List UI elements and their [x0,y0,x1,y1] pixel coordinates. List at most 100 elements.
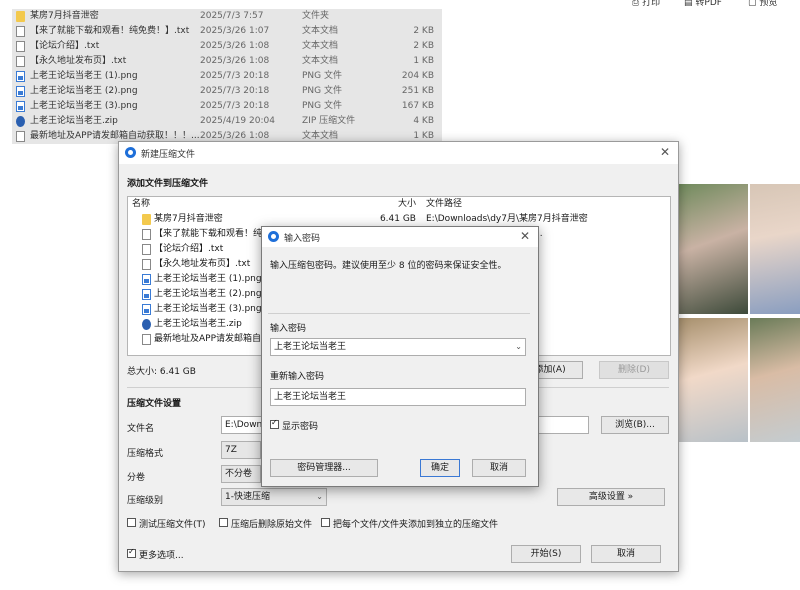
file-date: 2025/7/3 7:57 [200,11,264,21]
advanced-settings-button[interactable]: 高级设置 » [557,488,665,506]
text-file-icon [16,26,25,37]
explorer-row[interactable]: 某房7月抖音泄密 2025/7/3 7:57 文件夹 [12,9,442,24]
col-name-header[interactable]: 名称 [132,197,150,211]
explorer-row[interactable]: 【来了就能下载和观看！纯免费！】.txt 2025/3/26 1:07 文本文档 2 … [12,24,442,39]
to-pdf-button[interactable]: ▤ 转PDF [684,0,722,8]
delete-button[interactable]: 删除(D) [599,361,669,379]
archive-settings-heading: 压缩文件设置 [127,399,182,409]
col-size-header[interactable]: 大小 [394,197,416,211]
separate-archives-checkbox[interactable] [321,518,330,527]
print-button[interactable]: ⎙ 打印 [632,0,660,8]
preview-button[interactable]: ▢ 预览 [748,0,777,8]
format-label: 压缩格式 [127,449,164,459]
file-name: 上老王论坛当老王.zip [30,116,118,126]
start-button[interactable]: 开始(S) [511,545,581,563]
image-file-icon [16,71,25,82]
file-date: 2025/7/3 20:18 [200,71,270,81]
file-name: 【永久地址发布页】.txt [30,56,127,66]
file-path: E:\Downloads\dy7月\某房7月抖音泄密 [426,214,588,224]
text-file-icon [16,56,25,67]
add-files-heading: 添加文件到压缩文件 [127,179,209,189]
show-password-checkbox[interactable] [270,418,279,429]
ok-button[interactable]: 确定 [420,459,460,477]
col-path-header[interactable]: 文件路径 [426,197,462,211]
image-file-icon [142,289,151,300]
file-size: 2 KB [413,26,434,36]
explorer-row[interactable]: 【论坛介绍】.txt 2025/3/26 1:08 文本文档 2 KB [12,39,442,54]
file-type: PNG 文件 [302,101,342,111]
close-icon[interactable]: ✕ [520,229,530,243]
show-password-label: 显示密码 [282,422,319,432]
text-file-icon [142,244,151,255]
explorer-row[interactable]: 上老王论坛当老王.zip 2025/4/19 20:04 ZIP 压缩文件 4 KB [12,114,442,129]
file-size: 251 KB [401,86,434,96]
password-dialog: 输入密码 ✕ 输入压缩包密码。建议使用至少 8 位的密码来保证安全性。 输入密码… [261,226,539,487]
file-type: PNG 文件 [302,71,342,81]
total-size-label: 总大小: 6.41 GB [127,367,196,377]
test-archive-checkbox[interactable] [127,518,136,527]
text-file-icon [16,131,25,142]
file-name: 上老王论坛当老王 (2).png [30,86,138,96]
file-name: 某房7月抖音泄密 [30,11,99,21]
thumbnail-image-1 [676,184,748,314]
level-label: 压缩级别 [127,496,164,506]
password-title: 输入密码 [284,234,321,244]
explorer-row[interactable]: 上老王论坛当老王 (2).png 2025/7/3 20:18 PNG 文件 251 … [12,84,442,99]
divider [268,313,530,314]
explorer-row[interactable]: 【永久地址发布页】.txt 2025/3/26 1:08 文本文档 1 KB [12,54,442,69]
more-options-checkbox[interactable] [127,547,136,558]
file-date: 2025/3/26 1:07 [200,26,270,36]
file-size: 1 KB [413,56,434,66]
dialog-titlebar: 新建压缩文件 ✕ [119,142,678,164]
password-manager-button[interactable]: 密码管理器... [270,459,378,477]
password-titlebar: 输入密码 ✕ [262,227,538,247]
file-size: 167 KB [401,101,434,111]
delete-source-checkbox[interactable] [219,518,228,527]
thumbnail-image-2 [750,184,800,314]
explorer-row[interactable]: 上老王论坛当老王 (1).png 2025/7/3 20:18 PNG 文件 204 … [12,69,442,84]
split-label: 分卷 [127,473,146,483]
password-input[interactable]: 上老王论坛当老王 ⌄ [270,338,526,356]
split-select[interactable]: 不分卷 [221,465,261,483]
top-toolbar: ⎙ 打印 ▤ 转PDF ▢ 预览 [632,0,800,8]
password-cancel-button[interactable]: 取消 [472,459,526,477]
level-select[interactable]: 1-快速压缩 ⌄ [221,488,327,506]
reenter-password-input[interactable]: 上老王论坛当老王 [270,388,526,406]
more-options-label: 更多选项... [139,551,184,561]
file-type: 文本文档 [302,41,339,51]
enter-password-label: 输入密码 [270,324,307,334]
file-name: 上老王论坛当老王 (3).png [30,101,138,111]
close-icon[interactable]: ✕ [660,145,670,159]
browse-button[interactable]: 浏览(B)... [601,416,669,434]
filename-label: 文件名 [127,424,155,434]
explorer-row[interactable]: 上老王论坛当老王 (3).png 2025/7/3 20:18 PNG 文件 167 … [12,99,442,114]
preview-icon: ▢ [748,0,757,8]
text-file-icon [16,41,25,52]
zip-file-icon [142,319,151,330]
format-select[interactable]: 7Z [221,441,261,459]
file-date: 2025/7/3 20:18 [200,101,270,111]
file-size: 2 KB [413,41,434,51]
file-size: 4 KB [413,116,434,126]
list-header: 名称 大小 文件路径 [128,197,670,211]
file-type: 文本文档 [302,56,339,66]
file-name: 上老王论坛当老王 (1).png [30,71,138,81]
cancel-button[interactable]: 取消 [591,545,661,563]
print-icon: ⎙ [632,0,640,8]
image-file-icon [16,86,25,97]
chevron-down-icon: ⌄ [316,492,323,501]
thumbnail-image-3 [676,318,748,442]
image-file-icon [16,101,25,112]
file-name: 某房7月抖音泄密 [154,214,223,224]
reenter-password-label: 重新输入密码 [270,372,325,382]
chevron-down-icon[interactable]: ⌄ [515,339,522,355]
file-type: 文本文档 [302,26,339,36]
separate-archives-label: 把每个文件/文件夹添加到独立的压缩文件 [333,520,499,530]
password-hint: 输入压缩包密码。建议使用至少 8 位的密码来保证安全性。 [270,261,507,271]
file-type: ZIP 压缩文件 [302,116,356,126]
file-type: PNG 文件 [302,86,342,96]
image-file-icon [142,274,151,285]
table-row[interactable]: 某房7月抖音泄密 6.41 GB E:\Downloads\dy7月\某房7月抖音泄… [128,212,668,227]
file-size: 6.41 GB [379,214,416,224]
app-logo-icon [125,147,136,158]
